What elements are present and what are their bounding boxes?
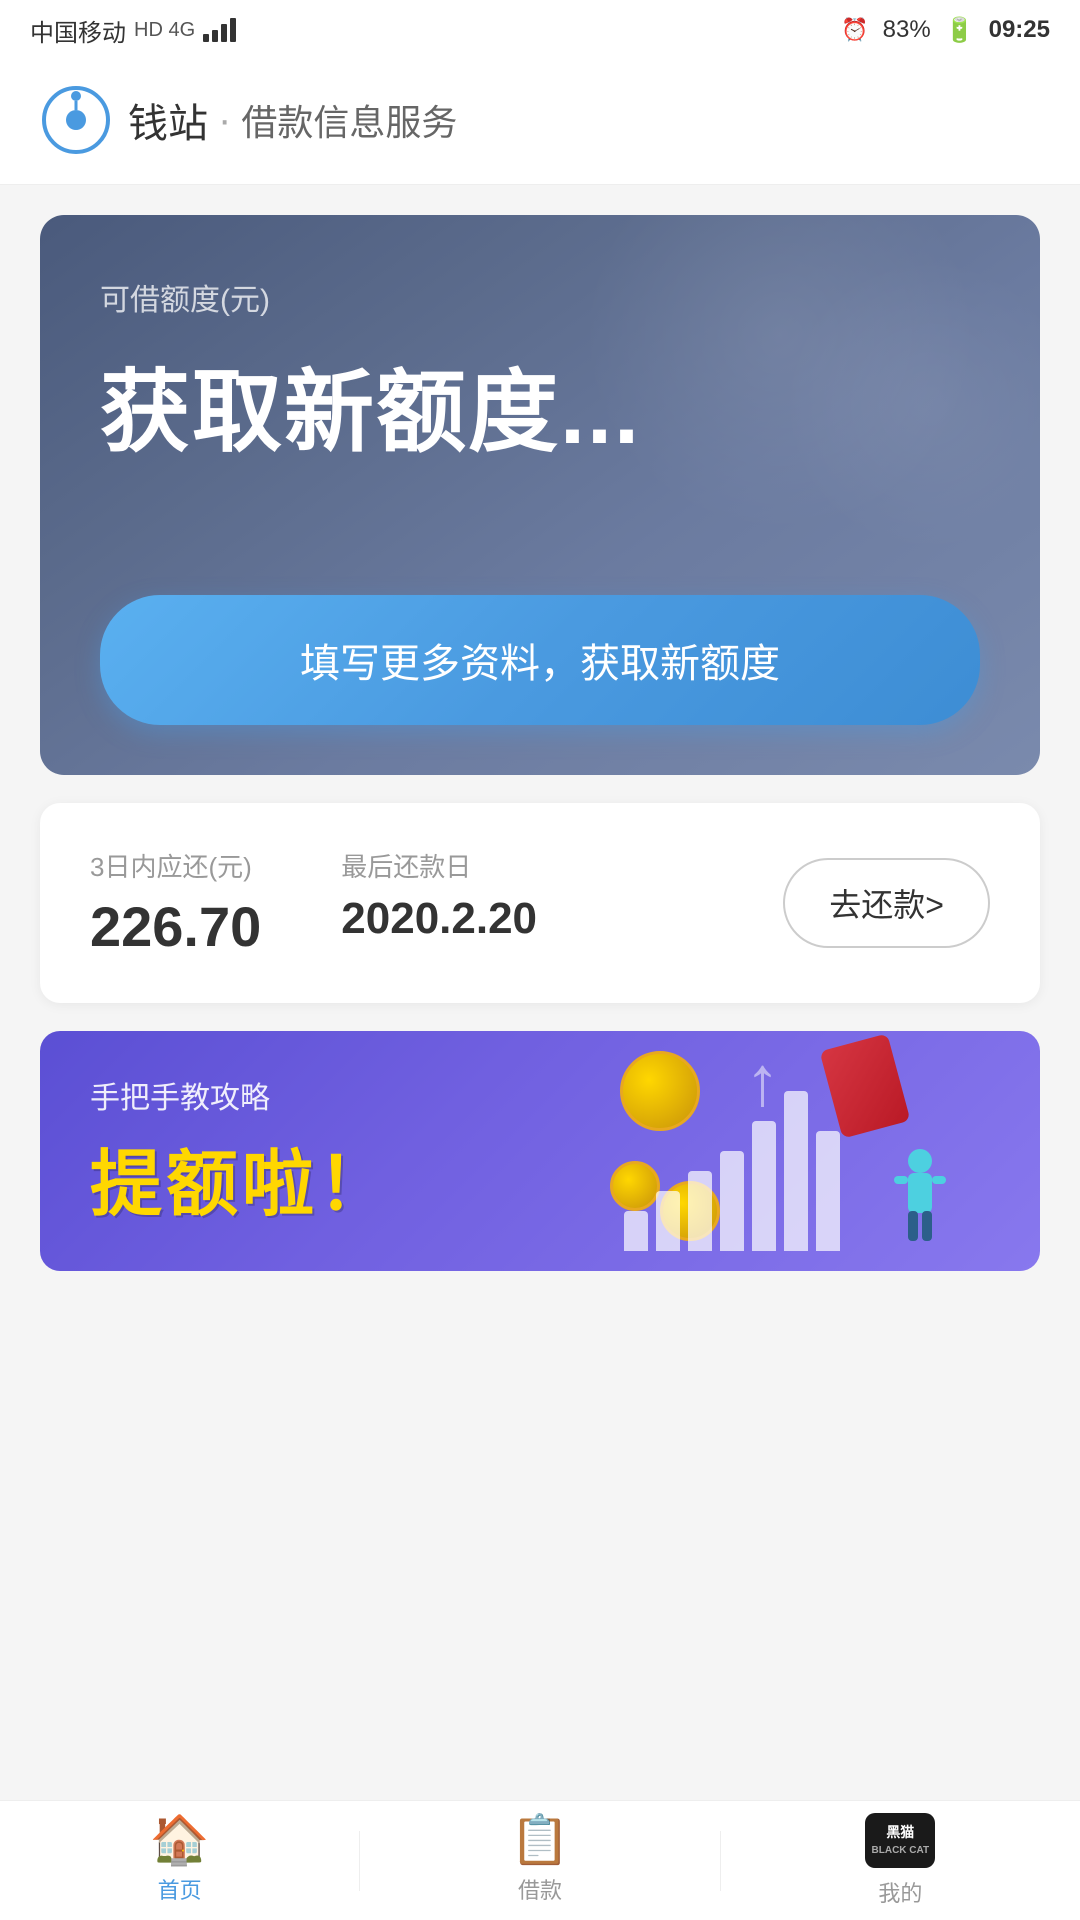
service-name: 借款信息服务 bbox=[241, 94, 457, 146]
main-content: 可借额度(元) 获取新额度... 填写更多资料，获取新额度 3日内应还(元) 2… bbox=[0, 185, 1080, 1301]
repayment-info: 3日内应还(元) 226.70 最后还款日 2020.2.20 bbox=[90, 847, 743, 959]
header-separator: · bbox=[218, 98, 231, 143]
nav-loan-label: 借款 bbox=[518, 1873, 562, 1905]
banner-decorations: ↑ bbox=[600, 1031, 1000, 1271]
repay-button[interactable]: 去还款> bbox=[783, 858, 990, 948]
bottom-navigation: 🏠 首页 📋 借款 黑猫BLACK CAT 我的 bbox=[0, 1800, 1080, 1920]
due-soon-label: 3日内应还(元) bbox=[90, 847, 261, 884]
last-repay-label: 最后还款日 bbox=[341, 847, 537, 884]
chart-bar-6 bbox=[784, 1091, 808, 1251]
network-type: HD 4G bbox=[134, 19, 195, 42]
bar-chart bbox=[624, 1091, 840, 1251]
due-soon-item: 3日内应还(元) 226.70 bbox=[90, 847, 261, 959]
status-left: 中国移动 HD 4G bbox=[30, 13, 236, 48]
person-figure bbox=[880, 1141, 960, 1261]
blackcat-icon: 黑猫BLACK CAT bbox=[865, 1813, 935, 1868]
nav-me-label: 我的 bbox=[878, 1876, 922, 1908]
credit-amount: 获取新额度... bbox=[100, 339, 980, 469]
home-icon: 🏠 bbox=[150, 1817, 210, 1865]
app-logo bbox=[40, 84, 112, 156]
nav-item-loan[interactable]: 📋 借款 bbox=[360, 1817, 719, 1905]
chart-bar-4 bbox=[720, 1151, 744, 1251]
status-right: ⏰ 83% 🔋 09:25 bbox=[841, 16, 1050, 45]
app-header: 钱站 · 借款信息服务 bbox=[0, 60, 1080, 185]
header-title: 钱站 · 借款信息服务 bbox=[128, 91, 457, 149]
repayment-card: 3日内应还(元) 226.70 最后还款日 2020.2.20 去还款> bbox=[40, 803, 1040, 1003]
battery-icon: 🔋 bbox=[945, 16, 975, 45]
app-name: 钱站 bbox=[128, 91, 208, 149]
fill-info-button[interactable]: 填写更多资料，获取新额度 bbox=[100, 595, 980, 725]
chart-bar-5 bbox=[752, 1121, 776, 1251]
due-soon-value: 226.70 bbox=[90, 894, 261, 959]
time-label: 09:25 bbox=[989, 16, 1050, 44]
alarm-icon: ⏰ bbox=[841, 17, 868, 43]
carrier-label: 中国移动 bbox=[30, 13, 126, 48]
nav-item-home[interactable]: 🏠 首页 bbox=[0, 1817, 359, 1905]
nav-item-me[interactable]: 黑猫BLACK CAT 我的 bbox=[721, 1813, 1080, 1908]
nav-home-label: 首页 bbox=[158, 1873, 202, 1905]
credit-card-section: 可借额度(元) 获取新额度... 填写更多资料，获取新额度 bbox=[40, 215, 1040, 775]
last-repay-value: 2020.2.20 bbox=[341, 894, 537, 944]
battery-label: 83% bbox=[883, 16, 931, 44]
chart-bar-2 bbox=[656, 1191, 680, 1251]
chart-bar-3 bbox=[688, 1171, 712, 1251]
chart-bar-1 bbox=[624, 1211, 648, 1251]
signal-bars bbox=[203, 18, 236, 42]
status-bar: 中国移动 HD 4G ⏰ 83% 🔋 09:25 bbox=[0, 0, 1080, 60]
loan-icon: 📋 bbox=[510, 1817, 570, 1865]
chart-bar-7 bbox=[816, 1131, 840, 1251]
banner-section[interactable]: 手把手教攻略 提额啦！ ↑ bbox=[40, 1031, 1040, 1271]
credit-label: 可借额度(元) bbox=[100, 275, 980, 319]
last-repay-item: 最后还款日 2020.2.20 bbox=[341, 847, 537, 959]
